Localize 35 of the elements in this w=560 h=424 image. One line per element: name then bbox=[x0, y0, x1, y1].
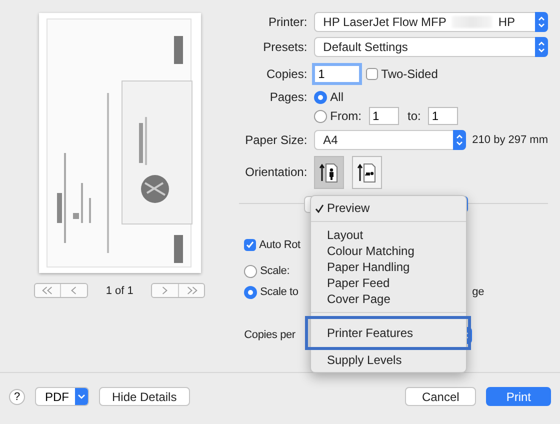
presets-label: Presets: bbox=[262, 40, 308, 54]
menu-item[interactable]: Supply Levels bbox=[311, 352, 466, 368]
scale-trailing-text: ge bbox=[472, 286, 484, 298]
paper-dimensions: 210 by 297 mm bbox=[472, 134, 548, 146]
menu-item[interactable]: Colour Matching bbox=[311, 243, 466, 259]
scale-label: Scale to bbox=[260, 286, 298, 298]
hide-details-button[interactable]: Hide Details bbox=[99, 387, 190, 406]
page-counter: 1 of 1 bbox=[106, 284, 134, 296]
two-sided-label: Two-Sided bbox=[381, 67, 438, 81]
menu-item[interactable]: Printer Features bbox=[307, 318, 469, 348]
printer-popup[interactable]: HP LaserJet Flow MFP HP bbox=[314, 12, 548, 32]
from-label: From: bbox=[330, 109, 362, 123]
pdf-button[interactable]: PDF bbox=[35, 387, 89, 406]
printer-label: Printer: bbox=[267, 15, 308, 29]
scale-label: Scale: bbox=[260, 265, 290, 277]
to-label: to: bbox=[408, 109, 421, 123]
copies-field[interactable]: 1 bbox=[314, 65, 360, 83]
pages-label: Pages: bbox=[268, 90, 308, 104]
print-button[interactable]: Print bbox=[486, 387, 551, 406]
menu-item[interactable]: Layout bbox=[311, 227, 466, 243]
help-button[interactable]: ? bbox=[9, 388, 25, 404]
menu-item[interactable]: Paper Handling bbox=[311, 259, 466, 275]
all-pages-label: All bbox=[330, 90, 344, 104]
paper-size-label: Paper Size: bbox=[244, 133, 308, 147]
from-field[interactable]: 1 bbox=[368, 107, 399, 125]
presets-popup[interactable]: Default Settings bbox=[314, 37, 548, 57]
menu-item[interactable]: Cover Page bbox=[311, 291, 466, 307]
paper-size-popup[interactable]: A4 bbox=[314, 130, 466, 150]
to-field[interactable]: 1 bbox=[428, 107, 458, 125]
cancel-button[interactable]: Cancel bbox=[404, 387, 476, 406]
orientation-label: Orientation: bbox=[244, 165, 308, 179]
copies-per-label: Copies per bbox=[244, 329, 296, 341]
copies-label: Copies: bbox=[265, 67, 308, 81]
auto-rotate-label: Auto Rot bbox=[259, 239, 300, 251]
menu-item[interactable]: Paper Feed bbox=[311, 275, 466, 291]
